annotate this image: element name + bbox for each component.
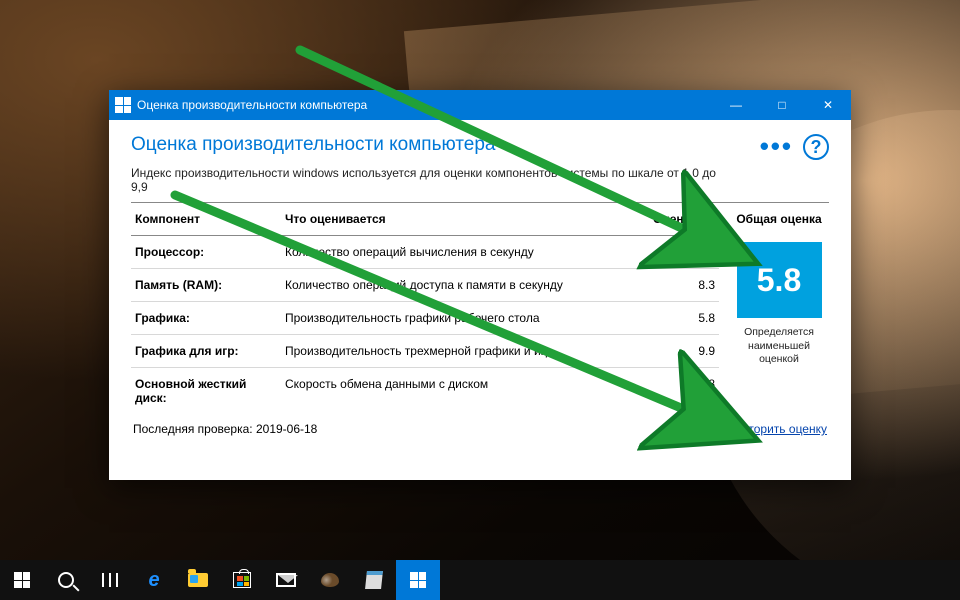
table-row: Графика для игр: Производительность трех… (131, 335, 719, 368)
taskbar[interactable]: e (0, 560, 960, 600)
table-row: Основной жесткий диск: Скорость обмена д… (131, 368, 719, 414)
description-text: Индекс производительности windows исполь… (131, 164, 731, 202)
maximize-button[interactable]: □ (759, 90, 805, 120)
store-icon[interactable] (220, 560, 264, 600)
paint-icon[interactable] (308, 560, 352, 600)
wsat-taskbar-icon[interactable] (396, 560, 440, 600)
mail-icon[interactable] (264, 560, 308, 600)
search-button[interactable] (44, 560, 88, 600)
help-button[interactable]: ? (803, 134, 829, 160)
wsat-window: Оценка производительности компьютера — □… (109, 90, 851, 480)
notepad-icon[interactable] (352, 560, 396, 600)
page-heading: Оценка производительности компьютера (131, 130, 760, 164)
more-menu-icon[interactable]: ••• (760, 143, 793, 151)
col-what: Что оценивается (281, 203, 649, 235)
rerun-assessment-link[interactable]: Повторить оценку (727, 422, 827, 436)
last-check: Последняя проверка: 2019-06-18 (133, 422, 710, 436)
app-icon (109, 97, 137, 113)
titlebar[interactable]: Оценка производительности компьютера — □… (109, 90, 851, 120)
task-view-button[interactable] (88, 560, 132, 600)
minimize-button[interactable]: — (713, 90, 759, 120)
window-title: Оценка производительности компьютера (137, 98, 713, 112)
edge-icon[interactable]: e (132, 560, 176, 600)
table-row: Графика: Производительность графики рабо… (131, 302, 719, 335)
col-overall: Общая оценка (729, 209, 829, 242)
scores-table: Компонент Что оценивается Оценка Процесс… (131, 203, 719, 414)
explorer-icon[interactable] (176, 560, 220, 600)
start-button[interactable] (0, 560, 44, 600)
overall-score-subtitle: Определяется наименьшей оценкой (729, 326, 829, 367)
table-row: Память (RAM): Количество операций доступ… (131, 269, 719, 302)
overall-score-column: Общая оценка 5.8 Определяется наименьшей… (719, 203, 829, 414)
overall-score-value: 5.8 (737, 242, 822, 318)
close-button[interactable]: ✕ (805, 90, 851, 120)
desktop: Оценка производительности компьютера — □… (0, 0, 960, 600)
col-score: Оценка (649, 203, 719, 235)
col-component: Компонент (131, 203, 281, 235)
shield-icon (710, 422, 724, 436)
table-row: Процессор: Количество операций вычислени… (131, 236, 719, 269)
